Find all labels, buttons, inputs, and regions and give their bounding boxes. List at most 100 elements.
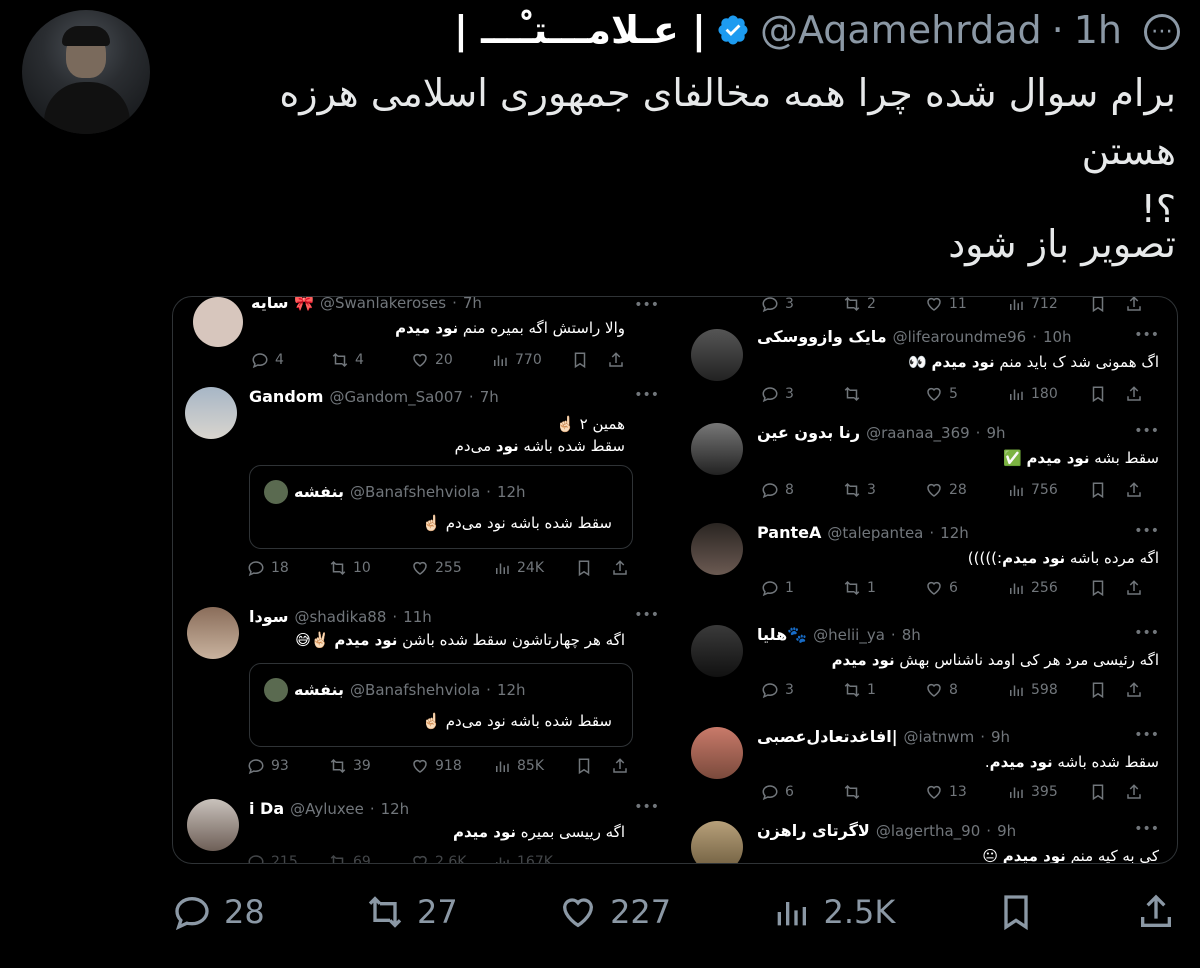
post-text-bold: نود میدم (931, 353, 995, 371)
avatar-cap (62, 26, 110, 46)
post-text-part: سقط بشه (1089, 449, 1159, 467)
post-text-bold: نود میدم (989, 753, 1053, 771)
share-icon (1140, 894, 1171, 927)
post-text: اگ همونی شد ک باید منم نود میدم 👀 (759, 351, 1159, 373)
views-icon (1010, 787, 1023, 798)
post-text: همین ۲ ☝🏻 سقط شده باشه نود می‌دم (225, 413, 625, 457)
time-sep: · (452, 296, 457, 312)
retweet-icon (844, 386, 860, 402)
user-line: مایک وازووسکی @lifearoundme96 · 10h (757, 327, 1072, 346)
reply-count: 28 (224, 893, 265, 931)
like-stat: 11 (925, 296, 1007, 313)
reply-stat: 93 (247, 757, 329, 775)
view-count: 395 (1031, 784, 1058, 800)
author-handle[interactable]: @Aqamehrdad (760, 8, 1042, 52)
view-count: 256 (1031, 580, 1058, 596)
post-text-bold: نود میدم (831, 651, 895, 669)
post-text: والا راستش اگه بمیره منم نود میدم (225, 317, 625, 339)
retweet-count: 1 (867, 580, 876, 596)
reply-stat: 4 (251, 351, 331, 369)
views-icon (1010, 583, 1023, 594)
post-more-icon: ••• (1134, 523, 1159, 539)
retweet-count: 3 (867, 482, 876, 498)
post-text: اگه رییسی بمیره نود میدم (225, 821, 625, 843)
user-line: هلیا🐾 @helii_ya · 8h (757, 625, 921, 644)
user-line: PanteA @talepantea · 12h (757, 523, 969, 542)
view-count: 2.5K (823, 893, 896, 931)
reply-icon (248, 855, 264, 863)
retweet-stat: 39 (329, 757, 411, 775)
reply-count: 3 (785, 296, 794, 312)
reply-stat: 18 (247, 559, 329, 577)
author-avatar[interactable] (22, 10, 150, 134)
like-stat: 13 (925, 783, 1007, 801)
user-avatar (691, 329, 743, 381)
post-text: کی به کیه منم نود میدم 😐 (759, 845, 1159, 864)
bookmark-button[interactable] (996, 892, 1036, 932)
post-text: اگه رئیسی مرد هر کی اومد ناشناس بهش نود … (759, 649, 1159, 671)
time-sep: · (486, 483, 491, 501)
retweet-stat (843, 783, 925, 801)
post-more-icon: ••• (634, 607, 659, 623)
post-stats: 3 2 11 712 (761, 296, 1143, 313)
post-time: 9h (986, 424, 1006, 442)
reply-count: 18 (271, 560, 289, 576)
tweet-time[interactable]: 1h (1074, 8, 1122, 52)
user-line: افاغدتعادل‌عصبی| @iatnwm · 9h (757, 727, 1010, 746)
like-stat: 918 (411, 757, 493, 775)
more-options-button[interactable]: ⋯ (1144, 14, 1180, 50)
user-handle: @helii_ya (813, 626, 885, 644)
reply-button[interactable]: 28 (172, 892, 265, 932)
user-handle: @talepantea (827, 524, 924, 542)
quoted-post: بنفشه @Banafshehviola · 12h سقط شده باشه… (249, 663, 633, 747)
media-image[interactable]: سایه 🎀 @Swanlakeroses · 7h ••• والا راست… (172, 296, 1178, 864)
post-text-bold: نود میدم (452, 823, 516, 841)
reply-count: 215 (271, 854, 298, 864)
author-name[interactable]: | عـلامـــتـْـــ | (454, 8, 706, 52)
view-count: 24K (517, 560, 544, 576)
bookmark-icon (578, 560, 590, 577)
retweet-stat: 3 (843, 481, 925, 499)
heart-icon (927, 683, 941, 697)
user-name: سودا (249, 607, 289, 626)
reply-count: 3 (785, 386, 794, 402)
reply-stat: 3 (761, 385, 843, 403)
like-count: 11 (949, 296, 967, 312)
user-handle: @Gandom_Sa007 (329, 388, 463, 406)
reply-icon (762, 581, 778, 597)
quoted-user-name: بنفشه (294, 680, 345, 699)
reply-stat: 3 (761, 296, 843, 313)
user-name: PanteA (757, 523, 822, 542)
views-icon (496, 857, 509, 863)
heart-icon (927, 581, 941, 595)
post-time: 8h (901, 626, 921, 644)
user-handle: @iatnwm (903, 728, 975, 746)
post-emoji: 😐 (982, 847, 1003, 864)
views-button[interactable]: 2.5K (771, 892, 895, 932)
retweet-button[interactable]: 27 (365, 892, 458, 932)
share-stat (1125, 481, 1143, 499)
bookmark-stat (1089, 681, 1125, 699)
like-stat: 255 (411, 559, 493, 577)
bookmark-icon (574, 352, 586, 369)
view-stat: 85K (493, 757, 575, 775)
like-button[interactable]: 227 (558, 892, 671, 932)
post-text-part: اگ همونی شد ک باید منم (994, 353, 1159, 371)
retweet-count: 1 (867, 682, 876, 698)
post-text-part: سقط شده باشه (1052, 753, 1159, 771)
post-text: اگه هر چهارتاشون سقط شده باشن نود میدم ✌… (225, 629, 625, 651)
user-avatar (691, 423, 743, 475)
view-count: 712 (1031, 296, 1058, 312)
retweet-count: 39 (353, 758, 371, 774)
share-button[interactable] (1136, 892, 1176, 932)
view-count: 598 (1031, 682, 1058, 698)
like-count: 20 (435, 352, 453, 368)
show-image-link[interactable]: تصویر باز شود (948, 222, 1176, 266)
bookmark-icon (1092, 580, 1104, 597)
quoted-user-handle: @Banafshehviola (350, 483, 481, 501)
post-text: سقط بشه نود میدم ✅ (759, 447, 1159, 469)
bookmark-stat (575, 757, 611, 775)
retweet-count: 10 (353, 560, 371, 576)
view-count: 180 (1031, 386, 1058, 402)
retweet-stat: 2 (843, 297, 925, 313)
